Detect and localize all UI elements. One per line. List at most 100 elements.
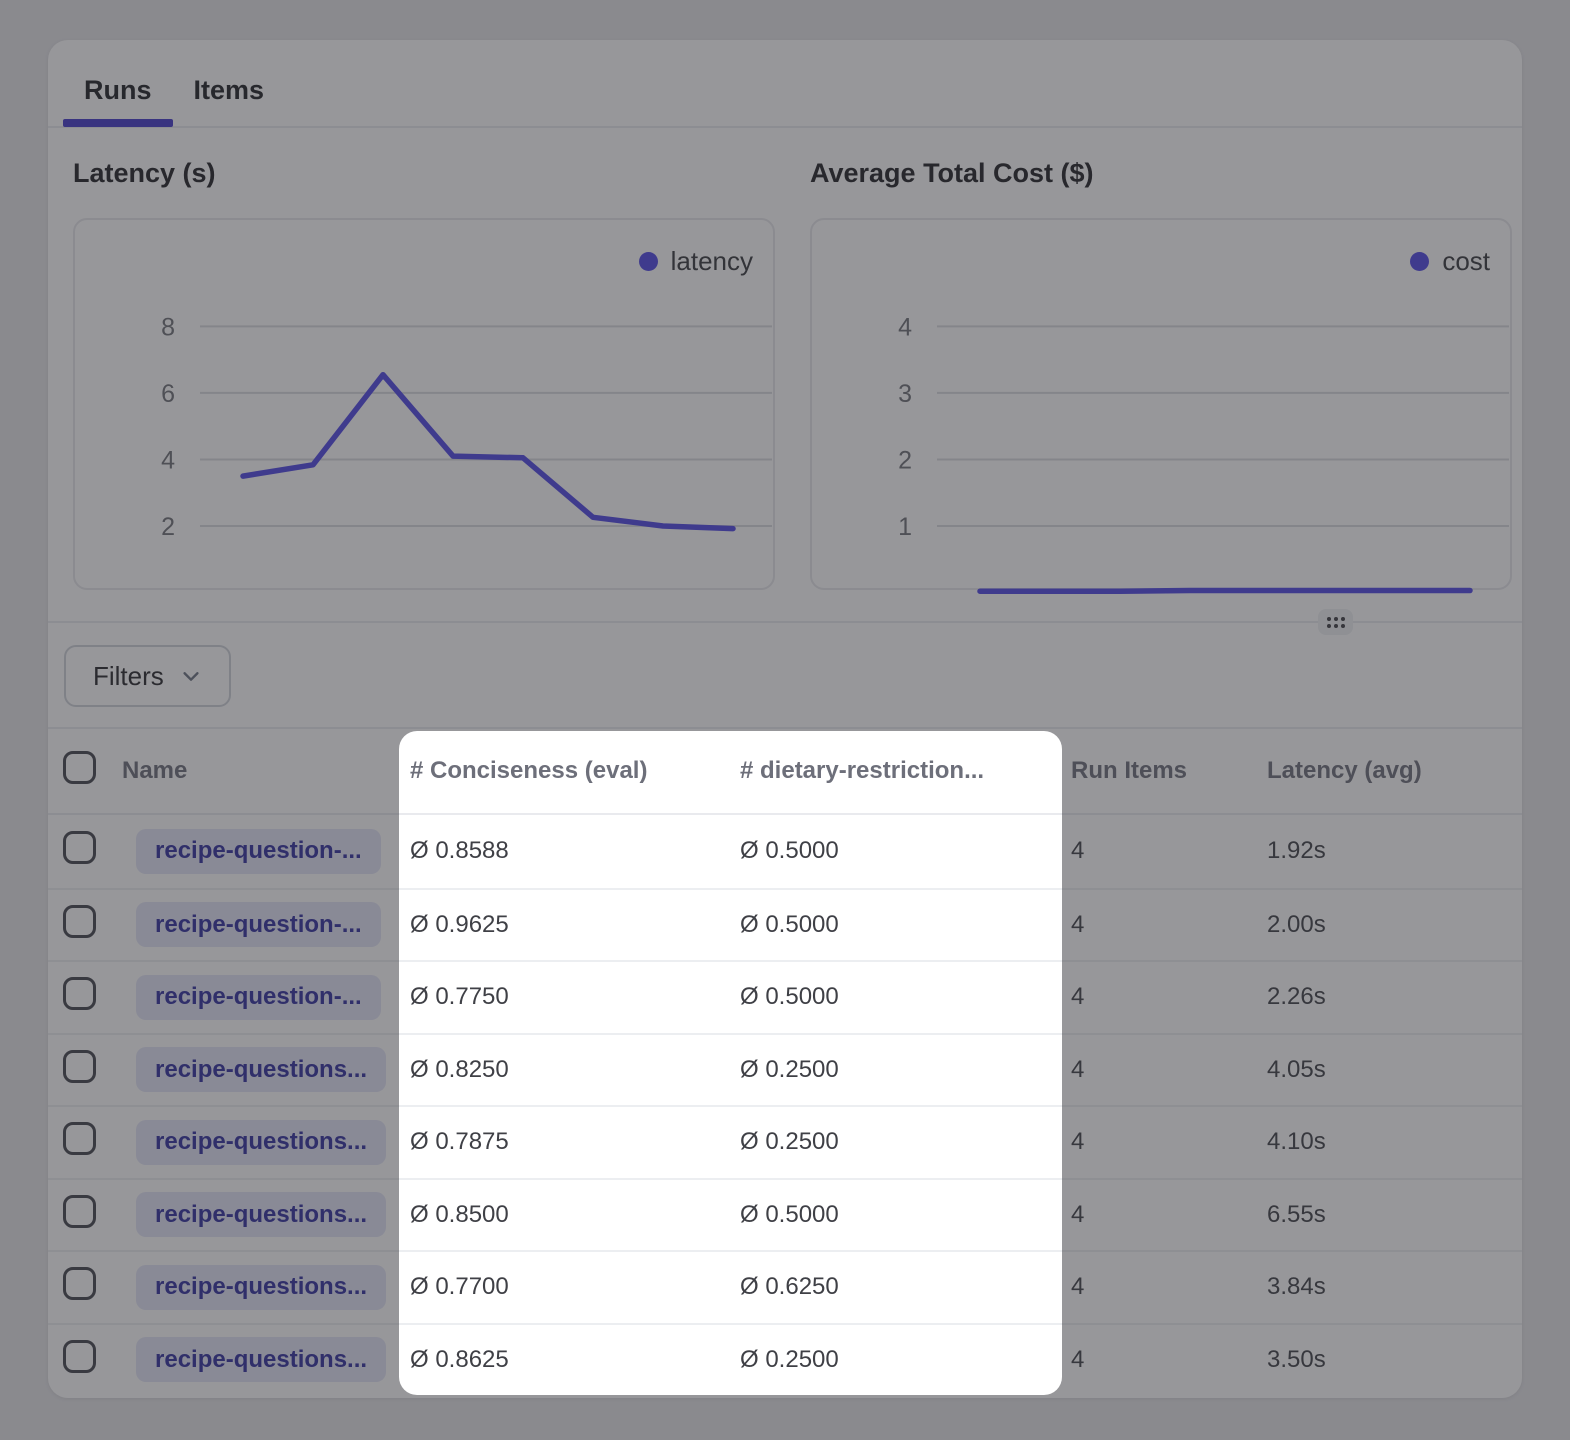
run-items-cell: 4	[1062, 1056, 1258, 1084]
row-checkbox-cell	[48, 1122, 120, 1162]
run-name-badge[interactable]: recipe-question-...	[136, 829, 381, 874]
row-checkbox[interactable]	[63, 977, 96, 1010]
dietary-score-cell: Ø 0.5000	[737, 837, 1062, 865]
run-name-badge[interactable]: recipe-questions...	[136, 1265, 386, 1310]
run-name-badge[interactable]: recipe-questions...	[136, 1337, 386, 1382]
run-items-cell: 4	[1062, 837, 1258, 865]
run-name-cell: recipe-questions...	[120, 1337, 399, 1382]
cost-legend-dot-icon	[1410, 252, 1429, 271]
conciseness-score-cell: Ø 0.7750	[399, 983, 737, 1011]
tab-items[interactable]: Items	[173, 53, 286, 127]
run-name-cell: recipe-question-...	[120, 975, 399, 1020]
latency-avg-cell: 6.55s	[1258, 1201, 1522, 1229]
run-items-cell: 4	[1062, 1346, 1258, 1374]
row-checkbox[interactable]	[63, 1122, 96, 1155]
latency-avg-cell: 3.50s	[1258, 1346, 1522, 1374]
latency-avg-cell: 3.84s	[1258, 1273, 1522, 1301]
table-row[interactable]: recipe-questions... Ø 0.7700Ø 0.625043.84…	[48, 1250, 1522, 1323]
run-items-cell: 4	[1062, 1273, 1258, 1301]
row-checkbox-cell	[48, 1267, 120, 1307]
run-name-badge[interactable]: recipe-question-...	[136, 902, 381, 947]
table-row[interactable]: recipe-question-... Ø 0.7750Ø 0.500042.26…	[48, 960, 1522, 1033]
svg-text:2: 2	[898, 447, 912, 475]
latency-chart-panel: 8642 latency	[73, 218, 775, 590]
row-checkbox-cell	[48, 831, 120, 871]
select-all-checkbox[interactable]	[63, 751, 96, 784]
run-items-cell: 4	[1062, 1201, 1258, 1229]
table-row[interactable]: recipe-questions...Ø 0.8250Ø 0.250044.05…	[48, 1033, 1522, 1106]
dietary-score-cell: Ø 0.5000	[737, 911, 1062, 939]
latency-legend: latency	[639, 246, 753, 277]
dietary-score-cell: Ø 0.2500	[737, 1346, 1062, 1374]
svg-text:4: 4	[898, 313, 912, 341]
dietary-score-cell: Ø 0.2500	[737, 1056, 1062, 1084]
column-header-dietary-restriction: # dietary-restriction...	[737, 757, 1062, 785]
run-name-cell: recipe-questions...	[120, 1120, 399, 1165]
latency-chart-title: Latency (s)	[73, 158, 775, 192]
column-header-latency-avg: Latency (avg)	[1258, 757, 1522, 785]
runs-table: Name # Conciseness (eval) # dietary-rest…	[48, 727, 1522, 1395]
filters-button[interactable]: Filters	[64, 645, 231, 707]
table-row[interactable]: recipe-questions... Ø 0.8625Ø 0.250043.50…	[48, 1323, 1522, 1396]
chevron-down-icon	[180, 665, 202, 687]
svg-text:1: 1	[898, 513, 912, 541]
row-checkbox-cell	[48, 905, 120, 945]
row-checkbox[interactable]	[63, 1267, 96, 1300]
conciseness-score-cell: Ø 0.9625	[399, 911, 737, 939]
conciseness-score-cell: Ø 0.8500	[399, 1201, 737, 1229]
row-checkbox[interactable]	[63, 1195, 96, 1228]
run-name-cell: recipe-questions...	[120, 1265, 399, 1310]
column-header-conciseness: # Conciseness (eval)	[399, 757, 737, 785]
tab-runs[interactable]: Runs	[63, 53, 173, 127]
cost-chart-block: Average Total Cost ($) 4321 cost	[810, 158, 1512, 590]
run-items-cell: 4	[1062, 983, 1258, 1011]
tab-bar: Runs Items	[48, 40, 1522, 128]
svg-text:2: 2	[161, 513, 175, 541]
cost-chart-title: Average Total Cost ($)	[810, 158, 1512, 192]
table-row[interactable]: recipe-question-... Ø 0.8588Ø 0.500041.92…	[48, 815, 1522, 888]
run-items-cell: 4	[1062, 911, 1258, 939]
latency-avg-cell: 2.00s	[1258, 911, 1522, 939]
run-name-cell: recipe-question-...	[120, 902, 399, 947]
row-checkbox-cell	[48, 1340, 120, 1380]
svg-text:6: 6	[161, 380, 175, 408]
run-name-cell: recipe-question-...	[120, 829, 399, 874]
table-row[interactable]: recipe-questions... Ø 0.8500Ø 0.500046.55…	[48, 1178, 1522, 1251]
column-header-run-items: Run Items	[1062, 757, 1258, 785]
dietary-score-cell: Ø 0.5000	[737, 1201, 1062, 1229]
row-checkbox[interactable]	[63, 1340, 96, 1373]
run-name-badge[interactable]: recipe-question-...	[136, 975, 381, 1020]
latency-avg-cell: 2.26s	[1258, 983, 1522, 1011]
run-name-badge[interactable]: recipe-questions...	[136, 1047, 386, 1092]
latency-avg-cell: 4.10s	[1258, 1128, 1522, 1156]
latency-avg-cell: 4.05s	[1258, 1056, 1522, 1084]
resize-drag-handle[interactable]	[1318, 609, 1353, 635]
row-checkbox[interactable]	[63, 1050, 96, 1083]
table-row[interactable]: recipe-question-... Ø 0.9625Ø 0.500042.00…	[48, 888, 1522, 961]
row-checkbox-cell	[48, 1195, 120, 1235]
row-checkbox-cell	[48, 1050, 120, 1090]
dietary-score-cell: Ø 0.5000	[737, 983, 1062, 1011]
latency-avg-cell: 1.92s	[1258, 837, 1522, 865]
latency-legend-label: latency	[671, 246, 753, 277]
row-checkbox[interactable]	[63, 905, 96, 938]
svg-text:4: 4	[161, 447, 175, 475]
run-name-badge[interactable]: recipe-questions...	[136, 1192, 386, 1237]
cost-line-chart: 4321	[812, 220, 1514, 592]
conciseness-score-cell: Ø 0.8588	[399, 837, 737, 865]
conciseness-score-cell: Ø 0.8625	[399, 1346, 737, 1374]
conciseness-score-cell: Ø 0.7875	[399, 1128, 737, 1156]
filters-button-label: Filters	[93, 661, 164, 692]
latency-chart-block: Latency (s) 8642 latency	[73, 158, 775, 590]
run-name-badge[interactable]: recipe-questions...	[136, 1120, 386, 1165]
row-checkbox-cell	[48, 977, 120, 1017]
conciseness-score-cell: Ø 0.7700	[399, 1273, 737, 1301]
runs-dashboard-card: Runs Items Latency (s) 8642 latency Aver…	[48, 40, 1522, 1398]
table-row[interactable]: recipe-questions...Ø 0.7875Ø 0.250044.10…	[48, 1105, 1522, 1178]
table-header-row: Name # Conciseness (eval) # dietary-rest…	[48, 727, 1522, 815]
run-items-cell: 4	[1062, 1128, 1258, 1156]
dietary-score-cell: Ø 0.6250	[737, 1273, 1062, 1301]
cost-legend-label: cost	[1442, 246, 1490, 277]
row-checkbox[interactable]	[63, 831, 96, 864]
run-name-cell: recipe-questions...	[120, 1047, 399, 1092]
